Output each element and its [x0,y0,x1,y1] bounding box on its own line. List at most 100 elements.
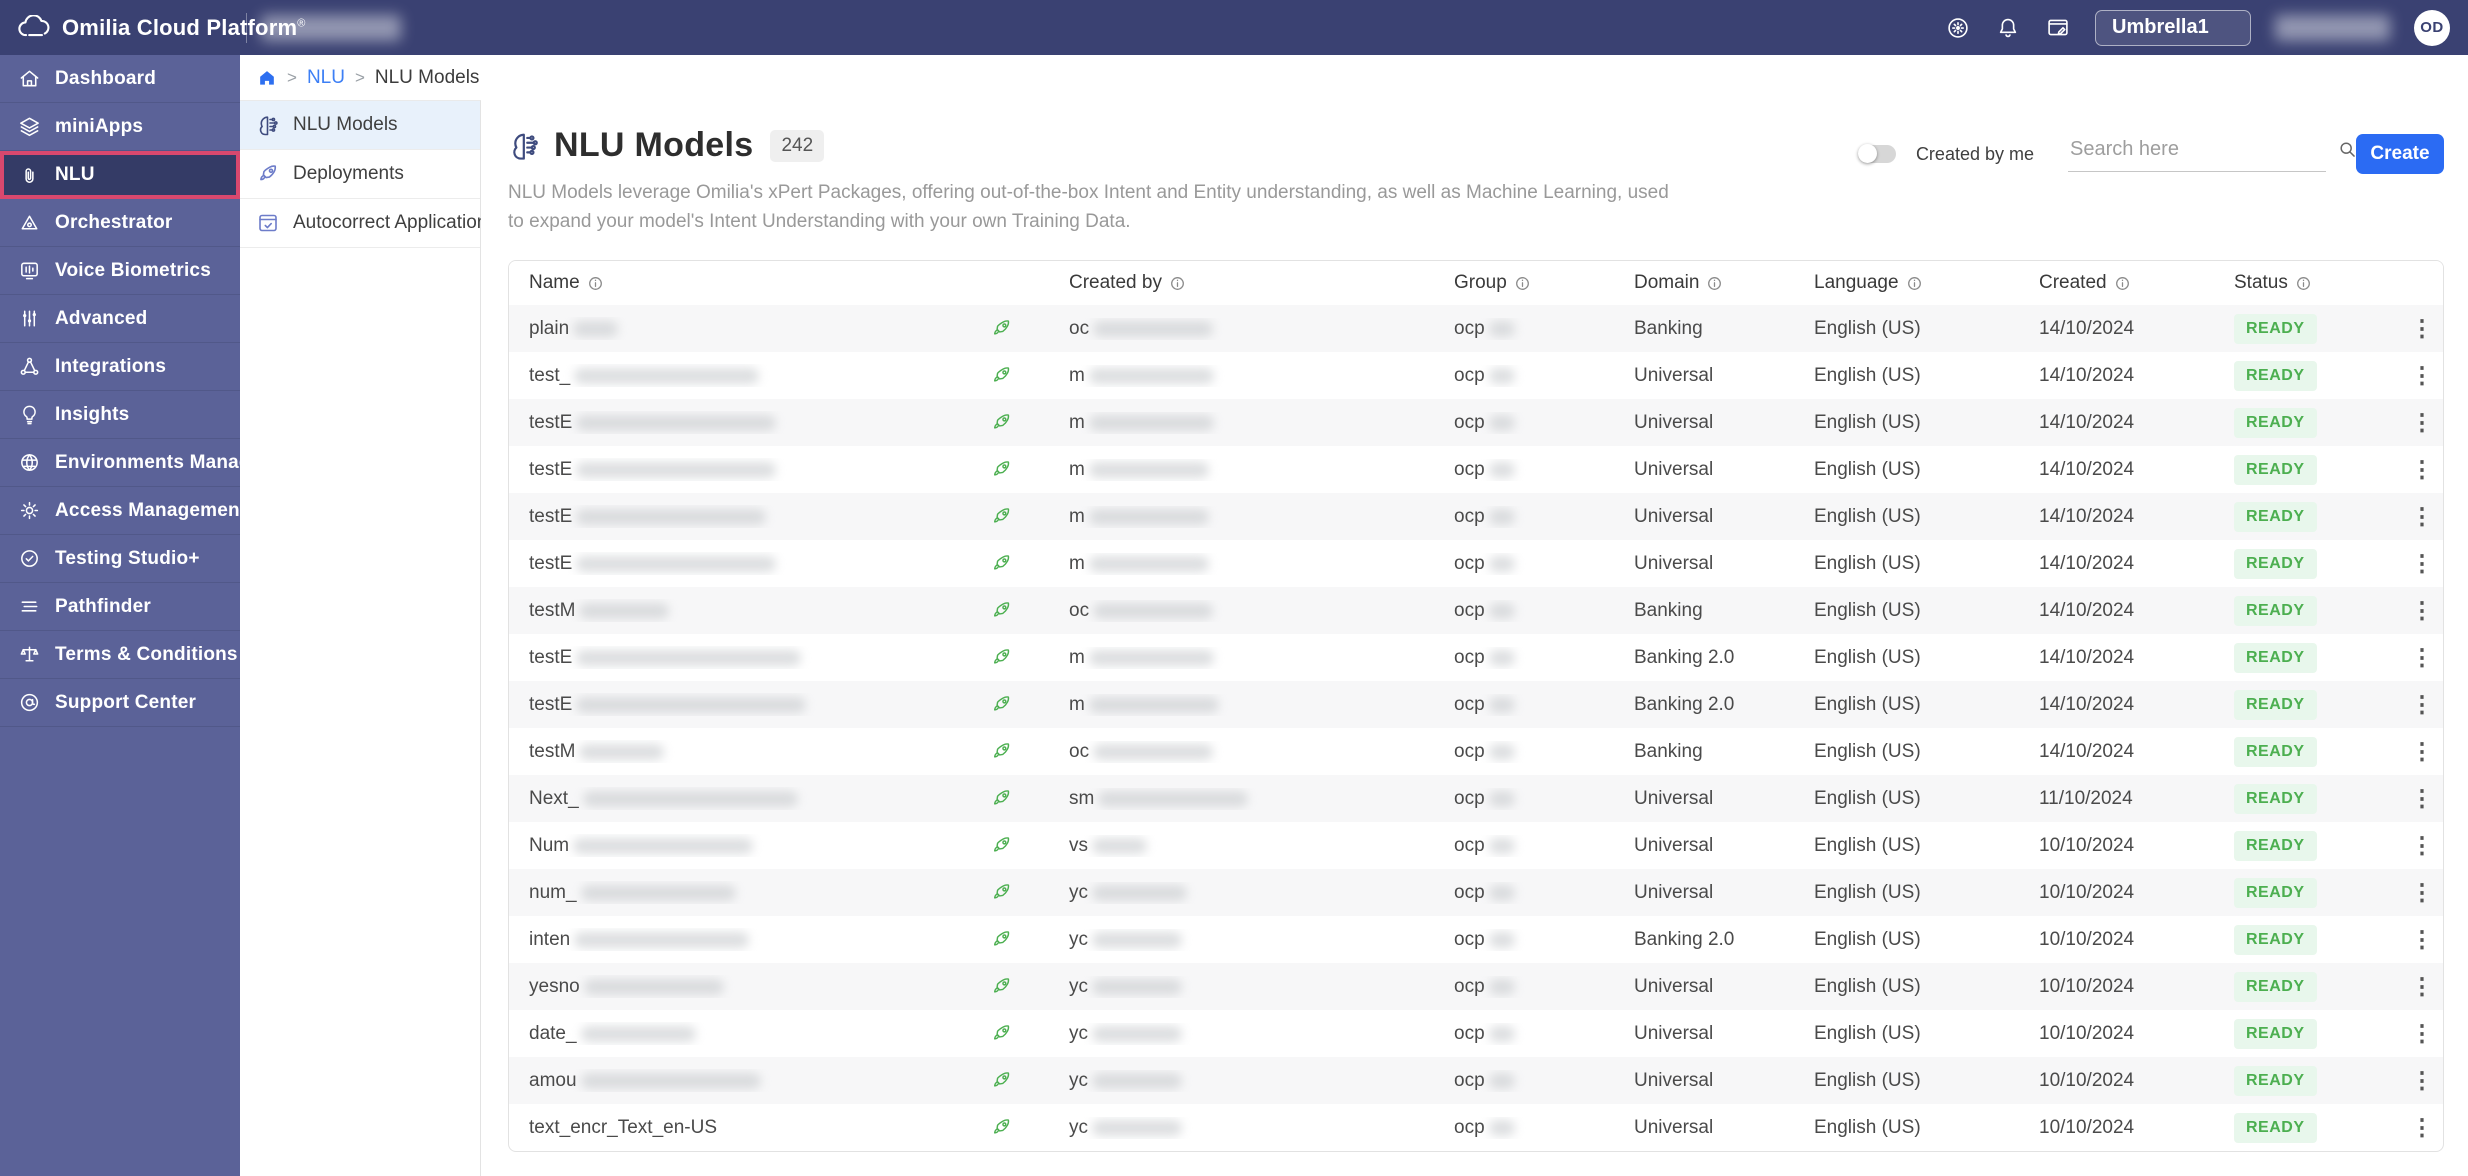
sidebar-item-environments-manager[interactable]: Environments Manager ▲ [0,439,240,487]
search-field [2068,137,2326,172]
table-row[interactable]: test_ m ocp Universal English (US) 14/10… [509,352,2443,399]
subnav-item-autocorrect-applications[interactable]: Autocorrect Applications [240,199,480,248]
domain: Universal [1634,365,1814,387]
domain: Universal [1634,882,1814,904]
status-badge: READY [2234,972,2317,1002]
info-icon[interactable] [2114,275,2131,292]
info-icon[interactable] [587,275,604,292]
language: English (US) [1814,647,2039,669]
row-menu-button[interactable]: ⋮ [2399,597,2444,624]
deployed-rocket-icon [990,1116,1013,1139]
info-icon[interactable] [1169,275,1186,292]
search-input[interactable] [2068,137,2337,162]
deployed-rocket-icon [990,693,1013,716]
info-icon[interactable] [2295,275,2312,292]
info-icon[interactable] [1514,275,1531,292]
table-row[interactable]: testM oc ocp Banking English (US) 14/10/… [509,587,2443,634]
user-avatar[interactable]: OD [2414,10,2450,46]
sidebar-item-terms-and-conditions[interactable]: Terms & Conditions ▲ [0,631,240,679]
topbar: Omilia Cloud Platform® Umbrella1 OD [0,0,2468,55]
table-row[interactable]: testE m ocp Banking 2.0 English (US) 14/… [509,634,2443,681]
row-menu-button[interactable]: ⋮ [2399,1067,2444,1094]
create-button[interactable]: Create [2356,134,2444,174]
app-logo[interactable]: Omilia Cloud Platform® [0,15,240,41]
sidebar-item-miniapps[interactable]: miniApps ▲ [0,103,240,151]
row-menu-button[interactable]: ⋮ [2399,738,2444,765]
table-row[interactable]: testE m ocp Universal English (US) 14/10… [509,540,2443,587]
created-by-me-toggle[interactable] [1858,145,1896,163]
row-menu-button[interactable]: ⋮ [2399,1020,2444,1047]
redacted-text [1092,885,1187,901]
created-date: 10/10/2024 [2039,1117,2234,1139]
table-row[interactable]: testE m ocp Banking 2.0 English (US) 14/… [509,681,2443,728]
table-row[interactable]: testE m ocp Universal English (US) 14/10… [509,446,2443,493]
row-menu-button[interactable]: ⋮ [2399,926,2444,953]
sidebar-item-pathfinder[interactable]: Pathfinder ▲ [0,583,240,631]
group: ocp [1454,1023,1485,1045]
sidebar-item-dashboard[interactable]: Dashboard ▲ [0,55,240,103]
table-row[interactable]: Next_ sm ocp Universal English (US) 11/1… [509,775,2443,822]
table-row[interactable]: yesno yc ocp Universal English (US) 10/1… [509,963,2443,1010]
row-menu-button[interactable]: ⋮ [2399,456,2444,483]
redacted-text [1489,1073,1515,1089]
info-icon[interactable] [1706,275,1723,292]
search-icon[interactable] [2337,139,2358,160]
row-menu-button[interactable]: ⋮ [2399,691,2444,718]
notifications-bell-icon[interactable] [1995,15,2021,41]
table-body: plain oc ocp Banking English (US) 14/10/… [509,305,2443,1151]
sidebar-item-orchestrator[interactable]: Orchestrator ▲ [0,199,240,247]
sidebar-item-integrations[interactable]: Integrations ▲ [0,343,240,391]
orchestrator-icon [18,211,41,234]
sidebar-item-nlu[interactable]: NLU ▲ [0,151,240,199]
table-row[interactable]: date_ yc ocp Universal English (US) 10/1… [509,1010,2443,1057]
language: English (US) [1814,600,2039,622]
row-menu-button[interactable]: ⋮ [2399,1114,2444,1141]
row-menu-button[interactable]: ⋮ [2399,503,2444,530]
table-row[interactable]: testE m ocp Universal English (US) 14/10… [509,399,2443,446]
table-row[interactable]: inten yc ocp Banking 2.0 English (US) 10… [509,916,2443,963]
row-menu-button[interactable]: ⋮ [2399,644,2444,671]
home-icon[interactable] [257,68,277,88]
sidebar-item-voice-biometrics[interactable]: Voice Biometrics ▲ [0,247,240,295]
language: English (US) [1814,976,2039,998]
table-row[interactable]: amou yc ocp Universal English (US) 10/10… [509,1057,2443,1104]
group: ocp [1454,318,1485,340]
redacted-text [1092,1073,1182,1089]
model-name: Num [529,835,569,857]
subnav-item-deployments[interactable]: Deployments [240,150,480,199]
redacted-text [584,979,724,995]
info-icon[interactable] [1906,275,1923,292]
created-date: 14/10/2024 [2039,694,2234,716]
row-menu-button[interactable]: ⋮ [2399,785,2444,812]
group: ocp [1454,553,1485,575]
breadcrumb-link-nlu[interactable]: NLU [307,67,345,89]
table-row[interactable]: plain oc ocp Banking English (US) 14/10/… [509,305,2443,352]
table-row[interactable]: num_ yc ocp Universal English (US) 10/10… [509,869,2443,916]
status-badge: READY [2234,831,2317,861]
row-menu-button[interactable]: ⋮ [2399,315,2444,342]
table-row[interactable]: Num vs ocp Universal English (US) 10/10/… [509,822,2443,869]
sidebar-item-insights[interactable]: Insights ▲ [0,391,240,439]
row-menu-button[interactable]: ⋮ [2399,550,2444,577]
settings-gear-icon[interactable] [1945,15,1971,41]
row-menu-button[interactable]: ⋮ [2399,362,2444,389]
created-date: 14/10/2024 [2039,318,2234,340]
row-menu-button[interactable]: ⋮ [2399,973,2444,1000]
release-notes-icon[interactable] [2045,15,2071,41]
table-row[interactable]: testM oc ocp Banking English (US) 14/10/… [509,728,2443,775]
row-menu-button[interactable]: ⋮ [2399,832,2444,859]
redacted-text [1489,1120,1515,1136]
sidebar-item-advanced[interactable]: Advanced ▲ [0,295,240,343]
tenant-selector[interactable]: Umbrella1 [2095,10,2251,46]
row-menu-button[interactable]: ⋮ [2399,879,2444,906]
sidebar-item-access-management[interactable]: Access Management ▲ [0,487,240,535]
table-row[interactable]: testE m ocp Universal English (US) 14/10… [509,493,2443,540]
column-header: Language [1814,272,2039,294]
table-row[interactable]: text_encr_Text_en-US yc ocp Universal En… [509,1104,2443,1151]
models-count-badge: 242 [770,130,824,162]
sidebar-item-support-center[interactable]: Support Center ▲ [0,679,240,727]
subnav-item-nlu-models[interactable]: NLU Models [240,101,480,150]
sidebar-item-testing-studio[interactable]: Testing Studio+ ▲ [0,535,240,583]
domain: Universal [1634,1023,1814,1045]
row-menu-button[interactable]: ⋮ [2399,409,2444,436]
